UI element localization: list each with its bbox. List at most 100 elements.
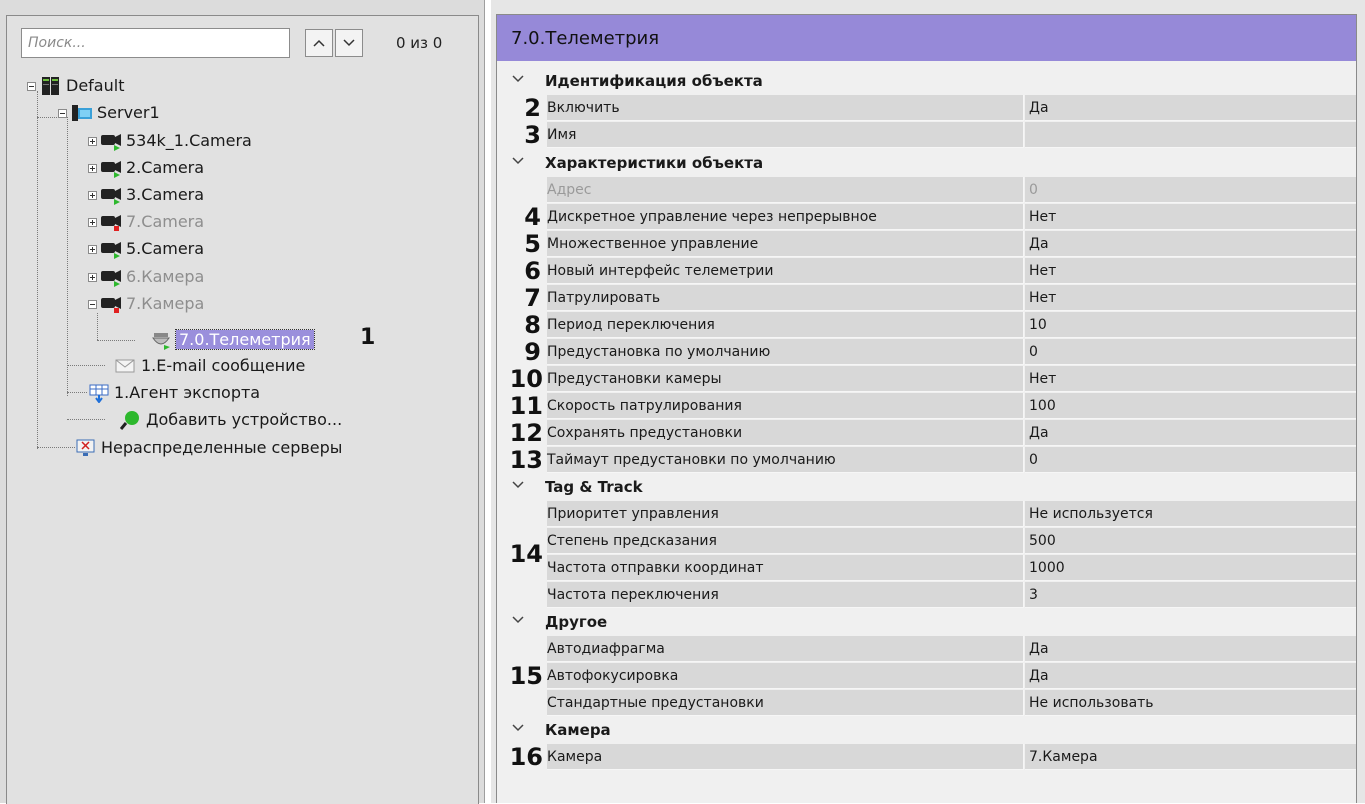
ptz-dome-icon <box>150 330 172 350</box>
annotation-marker: 8 <box>524 311 541 339</box>
expand-toggle[interactable] <box>88 273 97 282</box>
monitor-x-icon <box>75 438 97 456</box>
property-row[interactable]: Камера 7.Камера <box>547 744 1356 770</box>
tree-line <box>67 365 105 366</box>
expand-toggle[interactable] <box>88 218 97 227</box>
tree-node-camera[interactable]: 3.Camera <box>100 182 204 206</box>
annotation-marker: 4 <box>524 203 541 231</box>
annotation-marker: 14 <box>509 540 543 568</box>
camera-icon <box>100 212 122 231</box>
chevron-down-icon <box>343 39 355 47</box>
annotation-marker: 5 <box>524 230 541 258</box>
expand-toggle[interactable] <box>88 245 97 254</box>
tree-node-server1[interactable]: Server1 <box>71 100 160 124</box>
tree-node-email[interactable]: 1.E-mail сообщение <box>115 353 305 377</box>
expand-toggle[interactable] <box>88 164 97 173</box>
section-identification[interactable]: Идентификация объекта <box>497 68 1356 94</box>
annotation-marker: 16 <box>509 743 543 771</box>
tree-line <box>67 419 105 420</box>
property-row[interactable]: Предустановка по умолчанию 0 <box>547 339 1356 365</box>
property-row[interactable]: Включить Да <box>547 95 1356 121</box>
property-row[interactable]: Сохранять предустановки Да <box>547 420 1356 446</box>
tree-line <box>37 447 75 448</box>
tree-node-camera[interactable]: 534k_1.Camera <box>100 128 252 152</box>
annotation-marker: 2 <box>524 94 541 122</box>
property-grid: Идентификация объекта Включить Да 2 Имя … <box>497 65 1356 795</box>
property-row[interactable]: Автофокусировка Да <box>547 663 1356 689</box>
search-next-button[interactable] <box>335 29 363 57</box>
camera-icon <box>100 267 122 287</box>
collapse-toggle[interactable] <box>27 82 36 91</box>
property-row[interactable]: Патрулировать Нет <box>547 285 1356 311</box>
tree-line <box>37 117 57 118</box>
camera-icon <box>100 131 122 151</box>
section-other[interactable]: Другое <box>497 609 1356 635</box>
property-row[interactable]: Приоритет управления Не используется <box>547 501 1356 527</box>
tree-node-camera[interactable]: 7.Камера <box>100 291 204 315</box>
expand-toggle[interactable] <box>88 191 97 200</box>
tree-node-camera[interactable]: 7.Camera <box>100 209 204 233</box>
annotation-marker: 11 <box>509 392 543 420</box>
chevron-down-icon <box>512 481 524 489</box>
section-camera[interactable]: Камера <box>497 717 1356 743</box>
tree-node-telemetry[interactable]: 7.0.Телеметрия <box>150 327 315 351</box>
server-icon <box>71 103 93 121</box>
tree-line <box>67 117 68 396</box>
tree-node-camera[interactable]: 6.Камера <box>100 264 204 288</box>
annotation-marker: 15 <box>509 662 543 690</box>
search-counter: 0 из 0 <box>396 34 443 52</box>
property-row[interactable]: Частота переключения 3 <box>547 582 1356 608</box>
chevron-down-icon <box>512 616 524 624</box>
tree-line <box>37 91 38 449</box>
collapse-toggle[interactable] <box>88 300 97 309</box>
search-box[interactable] <box>21 28 290 58</box>
property-row[interactable]: Период переключения 10 <box>547 312 1356 338</box>
property-row[interactable]: Предустановки камеры Нет <box>547 366 1356 392</box>
property-row[interactable]: Имя <box>547 122 1356 148</box>
property-row: Адрес 0 <box>547 177 1356 203</box>
tree-node-default[interactable]: Default <box>40 73 124 97</box>
properties-panel: 7.0.Телеметрия Идентификация объекта Вкл… <box>491 0 1365 803</box>
property-row[interactable]: Таймаут предустановки по умолчанию 0 <box>547 447 1356 473</box>
collapse-toggle[interactable] <box>58 109 67 118</box>
property-row[interactable]: Множественное управление Да <box>547 231 1356 257</box>
property-row[interactable]: Скорость патрулирования 100 <box>547 393 1356 419</box>
tree-node-camera[interactable]: 2.Camera <box>100 155 204 179</box>
annotation-marker: 9 <box>524 338 541 366</box>
annotation-marker: 10 <box>509 365 543 393</box>
chevron-up-icon <box>313 39 325 47</box>
server-group-icon <box>40 76 62 95</box>
expand-toggle[interactable] <box>88 137 97 146</box>
property-row[interactable]: Частота отправки координат 1000 <box>547 555 1356 581</box>
chevron-down-icon <box>512 75 524 83</box>
property-row[interactable]: Автодиафрагма Да <box>547 636 1356 662</box>
annotation-marker: 12 <box>509 419 543 447</box>
camera-icon <box>100 294 122 313</box>
tree-node-unassigned-servers[interactable]: Нераспределенные серверы <box>75 435 342 459</box>
selected-node-label: 7.0.Телеметрия <box>175 328 315 350</box>
annotation-marker: 6 <box>524 257 541 285</box>
chevron-down-icon <box>512 157 524 165</box>
envelope-icon <box>115 356 137 374</box>
tree-line <box>97 313 98 340</box>
tree-node-add-device[interactable]: Добавить устройство... <box>119 407 342 431</box>
property-row[interactable]: Новый интерфейс телеметрии Нет <box>547 258 1356 284</box>
export-agent-icon <box>88 383 110 404</box>
property-row[interactable]: Степень предсказания 500 <box>547 528 1356 554</box>
tree-node-camera[interactable]: 5.Camera <box>100 236 204 260</box>
tree-line <box>97 340 135 341</box>
left-panel: 0 из 0 Default Server1 534k_1.Camera 2.C… <box>0 0 485 804</box>
camera-icon <box>100 185 122 205</box>
camera-icon <box>100 158 122 178</box>
search-input[interactable] <box>22 29 289 57</box>
search-prev-button[interactable] <box>305 29 333 57</box>
annotation-marker: 13 <box>509 446 543 474</box>
camera-icon <box>100 239 122 259</box>
section-tag-track[interactable]: Tag & Track <box>497 474 1356 500</box>
tree-node-export-agent[interactable]: 1.Агент экспорта <box>88 380 260 404</box>
property-row[interactable]: Дискретное управление через непрерывное … <box>547 204 1356 230</box>
chevron-down-icon <box>512 724 524 732</box>
property-row[interactable]: Стандартные предустановки Не использоват… <box>547 690 1356 716</box>
section-characteristics[interactable]: Характеристики объекта <box>497 150 1356 176</box>
annotation-marker: 1 <box>360 325 376 350</box>
